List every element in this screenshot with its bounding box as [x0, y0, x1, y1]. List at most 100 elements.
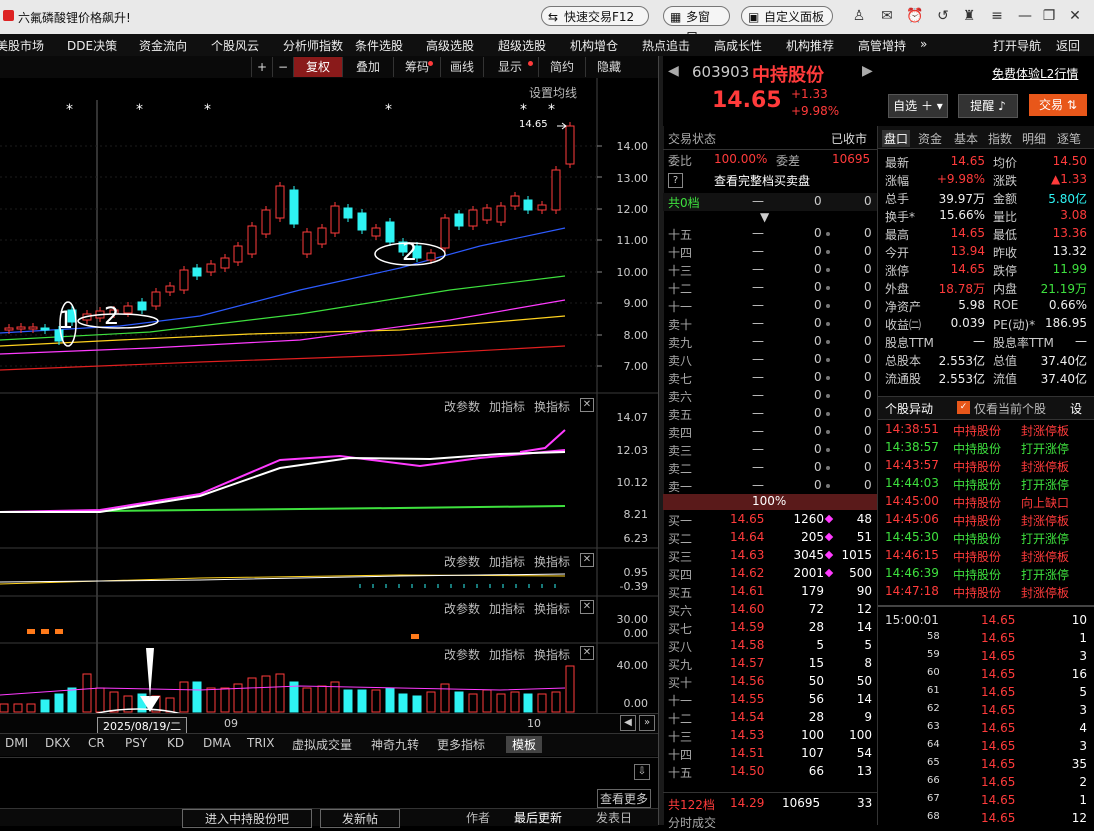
- menu-item-4[interactable]: 分析师指数: [283, 37, 343, 54]
- overlay-button[interactable]: 叠加: [342, 57, 393, 77]
- alert-button[interactable]: 提醒 ♪: [958, 94, 1018, 118]
- switch-indicator-button[interactable]: 换指标: [534, 646, 570, 663]
- window-title[interactable]: 六氟磷酸锂价格飙升!: [18, 9, 131, 26]
- menu-item-10[interactable]: 高成长性: [714, 37, 762, 54]
- buy-row[interactable]: 买三 14.63 3045 1015: [664, 547, 876, 565]
- tab-tick[interactable]: 逐笔: [1057, 130, 1081, 147]
- sell-row[interactable]: 卖六 — 0 0: [664, 387, 876, 405]
- buy-row[interactable]: 买十 14.56 50 50: [664, 673, 876, 691]
- zoom-out-button[interactable]: −: [272, 57, 293, 77]
- next-stock-icon[interactable]: ▶: [862, 63, 873, 79]
- tab-basic[interactable]: 基本: [954, 130, 978, 147]
- tab-dmi[interactable]: DMI: [5, 736, 28, 750]
- custom-panel-button[interactable]: ▣ 自定义面板: [741, 6, 833, 26]
- menu-item-3[interactable]: 个股风云: [211, 37, 259, 54]
- anomaly-row[interactable]: 14:43:57 中持股份 封涨停板: [883, 457, 1091, 475]
- expand-sells-icon[interactable]: ▼: [760, 210, 769, 224]
- anomaly-row[interactable]: 14:46:39 中持股份 打开涨停: [883, 565, 1091, 583]
- close-icon[interactable]: ✕: [1066, 7, 1084, 25]
- sell-row[interactable]: 十四 — 0 0: [664, 243, 876, 261]
- back-button[interactable]: 返回: [1056, 37, 1080, 54]
- sell-row[interactable]: 十三 — 0 0: [664, 261, 876, 279]
- menu-item-12[interactable]: 高管增持: [858, 37, 906, 54]
- menu-more[interactable]: »: [920, 37, 927, 51]
- sell-row[interactable]: 卖八 — 0 0: [664, 351, 876, 369]
- menu-item-11[interactable]: 机构推荐: [786, 37, 834, 54]
- sell-row[interactable]: 十二 — 0 0: [664, 279, 876, 297]
- tab-index[interactable]: 指数: [988, 130, 1012, 147]
- only-current-label[interactable]: 仅看当前个股: [974, 400, 1046, 417]
- prev-stock-icon[interactable]: ◀: [668, 63, 679, 79]
- switch-indicator-button[interactable]: 换指标: [534, 600, 570, 617]
- tab-trix[interactable]: TRIX: [247, 736, 274, 750]
- close-icon[interactable]: ✕: [580, 646, 594, 660]
- buy-row[interactable]: 买一 14.65 1260 48: [664, 511, 876, 529]
- tab-magic-nine[interactable]: 神奇九转: [371, 736, 419, 753]
- scroll-right-icon[interactable]: »: [639, 715, 655, 731]
- sell-row[interactable]: 卖一 — 0 0: [664, 477, 876, 495]
- menu-item-9[interactable]: 热点追击: [642, 37, 690, 54]
- level2-link[interactable]: 免费体验L2行情: [992, 65, 1078, 82]
- mail-icon[interactable]: ✉: [878, 7, 896, 25]
- new-post-button[interactable]: 发新帖: [320, 809, 400, 828]
- last-update-column[interactable]: 最后更新: [514, 809, 562, 826]
- add-indicator-button[interactable]: 加指标: [489, 398, 525, 415]
- tab-psy[interactable]: PSY: [125, 736, 147, 750]
- view-more-button[interactable]: 查看更多: [597, 789, 652, 808]
- trade-button[interactable]: 交易 ⇅: [1029, 94, 1087, 116]
- tab-funds[interactable]: 资金: [918, 130, 942, 147]
- menu-item-2[interactable]: 资金流向: [139, 37, 187, 54]
- tab-detail[interactable]: 明细: [1022, 130, 1046, 147]
- anomaly-row[interactable]: 14:45:30 中持股份 打开涨停: [883, 529, 1091, 547]
- close-icon[interactable]: ✕: [580, 600, 594, 614]
- menu-item-8[interactable]: 机构增仓: [570, 37, 618, 54]
- user-icon[interactable]: ♙: [850, 7, 868, 25]
- anomaly-row[interactable]: 14:38:51 中持股份 封涨停板: [883, 421, 1091, 439]
- display-button[interactable]: 显示: [483, 57, 536, 77]
- anomaly-settings-button[interactable]: 设: [1070, 400, 1082, 417]
- buy-row[interactable]: 十四 14.51 107 54: [664, 745, 876, 763]
- buy-row[interactable]: 十一 14.55 56 14: [664, 691, 876, 709]
- switch-indicator-button[interactable]: 换指标: [534, 398, 570, 415]
- collapse-icon[interactable]: ⇩: [634, 764, 650, 780]
- anomaly-row[interactable]: 14:46:15 中持股份 封涨停板: [883, 547, 1091, 565]
- tab-dkx[interactable]: DKX: [45, 736, 70, 750]
- minimize-icon[interactable]: —: [1016, 7, 1034, 25]
- anomaly-row[interactable]: 14:45:06 中持股份 封涨停板: [883, 511, 1091, 529]
- add-indicator-button[interactable]: 加指标: [489, 553, 525, 570]
- buy-row[interactable]: 十二 14.54 28 9: [664, 709, 876, 727]
- enter-forum-button[interactable]: 进入中持股份吧: [182, 809, 312, 828]
- sell-row[interactable]: 十一 — 0 0: [664, 297, 876, 315]
- scroll-left-icon[interactable]: ◀: [620, 715, 636, 731]
- anomaly-row[interactable]: 14:45:00 中持股份 向上缺口: [883, 493, 1091, 511]
- close-icon[interactable]: ✕: [580, 553, 594, 567]
- anomaly-row[interactable]: 14:44:03 中持股份 打开涨停: [883, 475, 1091, 493]
- tab-more-indicators[interactable]: 更多指标: [437, 736, 485, 753]
- kline-chart[interactable]: * * * * * *: [0, 78, 658, 713]
- alarm-icon[interactable]: ⏰: [906, 7, 924, 25]
- sell-row[interactable]: 十五 — 0 0: [664, 225, 876, 243]
- change-params-button[interactable]: 改参数: [444, 553, 480, 570]
- quick-trade-button[interactable]: ⇆ 快速交易F12: [541, 6, 649, 26]
- buy-row[interactable]: 买九 14.57 15 8: [664, 655, 876, 673]
- buy-row[interactable]: 买八 14.58 5 5: [664, 637, 876, 655]
- change-params-button[interactable]: 改参数: [444, 646, 480, 663]
- switch-indicator-button[interactable]: 换指标: [534, 553, 570, 570]
- sell-row[interactable]: 卖四 — 0 0: [664, 423, 876, 441]
- buy-row[interactable]: 十三 14.53 100 100: [664, 727, 876, 745]
- sell-row[interactable]: 卖七 — 0 0: [664, 369, 876, 387]
- add-indicator-button[interactable]: 加指标: [489, 646, 525, 663]
- tab-cr[interactable]: CR: [88, 736, 105, 750]
- skin-icon[interactable]: ♜: [960, 7, 978, 25]
- add-indicator-button[interactable]: 加指标: [489, 600, 525, 617]
- open-nav-button[interactable]: 打开导航: [993, 37, 1041, 54]
- post-date-column[interactable]: 发表日: [596, 809, 632, 826]
- tab-pankou[interactable]: 盘口: [882, 130, 911, 147]
- only-current-checkbox[interactable]: ✓: [957, 401, 970, 414]
- hide-button[interactable]: 隐藏: [585, 57, 632, 77]
- tab-dma[interactable]: DMA: [203, 736, 231, 750]
- ma-setting-label[interactable]: 设置均线: [529, 84, 577, 101]
- sell-row[interactable]: 卖五 — 0 0: [664, 405, 876, 423]
- draw-line-button[interactable]: 画线: [440, 57, 483, 77]
- restore-icon[interactable]: ❐: [1040, 7, 1058, 25]
